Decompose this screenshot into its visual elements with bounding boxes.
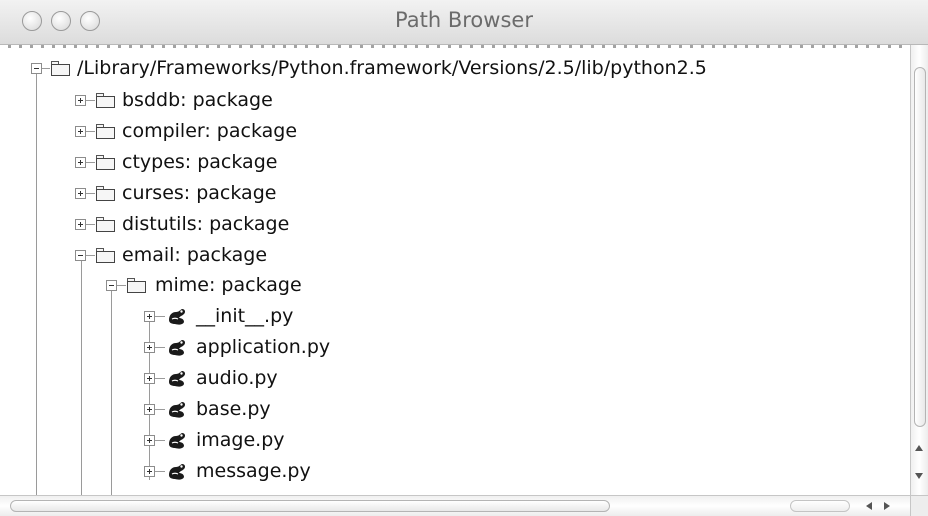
collapse-toggle-icon[interactable] <box>106 280 117 291</box>
horizontal-scroll-thumb[interactable] <box>10 500 610 512</box>
expand-toggle-icon[interactable] <box>144 466 155 477</box>
scroll-left-arrow-icon[interactable] <box>866 502 872 510</box>
tree-row-label: email: package <box>122 244 268 266</box>
tree-row-label: mime: package <box>155 274 302 296</box>
folder-icon <box>51 61 70 76</box>
tree-row-label: base.py <box>196 398 271 420</box>
horizontal-scroll-track-end <box>790 500 850 512</box>
vertical-scrollbar[interactable] <box>910 45 928 495</box>
folder-icon <box>96 248 115 263</box>
path-browser-window: Path Browser /Library/Frameworks/Python.… <box>0 0 928 516</box>
tree-guide-line <box>81 260 82 495</box>
folder-icon <box>96 124 115 139</box>
tree-row-label: message.py <box>196 460 311 482</box>
folder-icon <box>96 93 115 108</box>
tree-view[interactable]: /Library/Frameworks/Python.framework/Ver… <box>8 45 910 495</box>
scroll-down-arrow-icon[interactable] <box>915 473 923 479</box>
tree-row-label: image.py <box>196 429 285 451</box>
python-file-icon <box>169 340 186 356</box>
expand-toggle-icon[interactable] <box>75 188 86 199</box>
folder-icon <box>96 217 115 232</box>
tree-row-label: audio.py <box>196 367 278 389</box>
horizontal-scrollbar[interactable] <box>0 495 910 516</box>
collapse-toggle-icon[interactable] <box>75 250 86 261</box>
tree-row-label: /Library/Frameworks/Python.framework/Ver… <box>77 57 707 79</box>
python-file-icon <box>169 433 186 449</box>
folder-icon <box>96 186 115 201</box>
python-file-icon <box>169 371 186 387</box>
expand-toggle-icon[interactable] <box>144 311 155 322</box>
tree-row-label: bsddb: package <box>122 89 273 111</box>
tree-guide-line <box>36 68 37 495</box>
expand-toggle-icon[interactable] <box>144 342 155 353</box>
python-file-icon <box>169 309 186 325</box>
folder-icon <box>96 155 115 170</box>
expand-toggle-icon[interactable] <box>144 435 155 446</box>
window-title: Path Browser <box>395 8 533 32</box>
python-file-icon <box>169 402 186 418</box>
expand-toggle-icon[interactable] <box>144 404 155 415</box>
expand-toggle-icon[interactable] <box>144 373 155 384</box>
title-bar[interactable]: Path Browser <box>0 0 928 45</box>
tree-row-label: ctypes: package <box>122 151 278 173</box>
expand-toggle-icon[interactable] <box>75 95 86 106</box>
resize-corner[interactable] <box>910 495 928 516</box>
expand-toggle-icon[interactable] <box>75 157 86 168</box>
tree-guide-line <box>111 290 112 495</box>
tree-row-label: curses: package <box>122 182 277 204</box>
tree-row-label: distutils: package <box>122 213 290 235</box>
python-file-icon <box>169 464 186 480</box>
clipped-row-remnant <box>8 45 910 48</box>
expand-toggle-icon[interactable] <box>75 219 86 230</box>
tree-row-label: compiler: package <box>122 120 298 142</box>
vertical-scroll-thumb[interactable] <box>914 67 926 427</box>
tree-row-label: application.py <box>196 336 331 358</box>
scroll-up-arrow-icon[interactable] <box>915 445 923 451</box>
expand-toggle-icon[interactable] <box>75 126 86 137</box>
folder-icon <box>127 278 146 293</box>
collapse-toggle-icon[interactable] <box>31 63 42 74</box>
tree-row-label: __init__.py <box>196 305 294 327</box>
scroll-right-arrow-icon[interactable] <box>884 502 890 510</box>
